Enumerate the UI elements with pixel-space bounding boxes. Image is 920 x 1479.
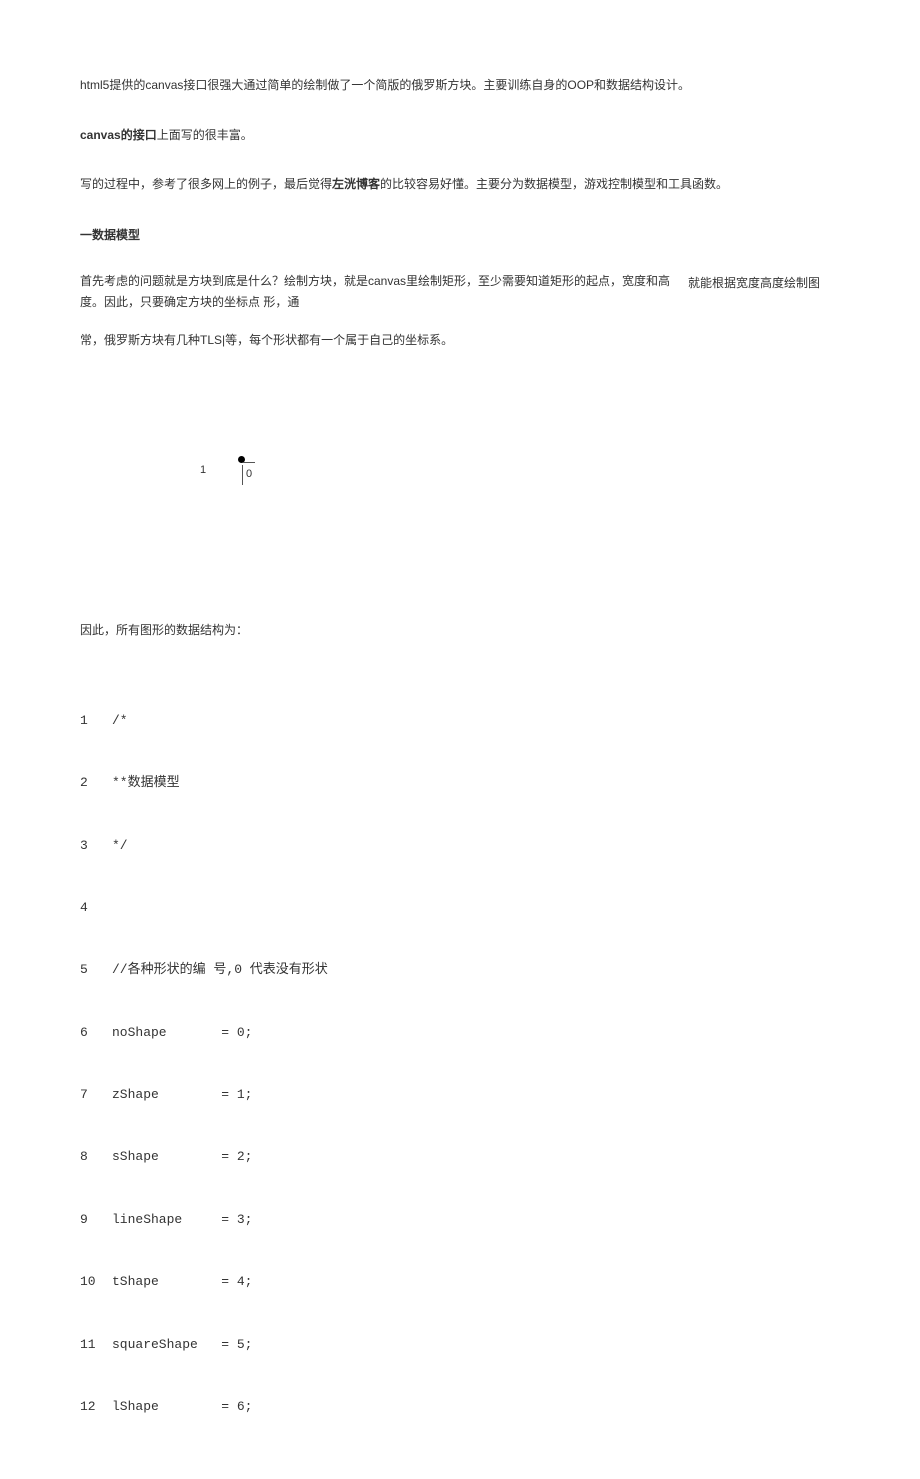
axis-tick-v — [242, 465, 243, 485]
axis-label-0: 0 — [246, 468, 252, 480]
code-line: 12lShape = 6; — [80, 1397, 840, 1418]
intro-paragraph-3: 写的过程中，参考了很多网上的例子，最后觉得左洸博客的比较容易好懂。主要分为数据模… — [80, 174, 840, 196]
code-line: 9lineShape = 3; — [80, 1210, 840, 1231]
intro-paragraph-1: html5提供的canvas接口很强大通过简单的绘制做了一个简版的俄罗斯方块。主… — [80, 75, 840, 97]
blog-name: 左洸博客 — [332, 177, 380, 191]
coordinate-figure: 1 0 — [80, 380, 840, 580]
code-block: 1/* 2**数据模型 3*/ 4 5//各种形状的编 号,0 代表没有形状 6… — [80, 669, 840, 1438]
section-1-body: 就能根据宽度高度绘制图 首先考虑的问题就是方块到底是什么？绘制方块，就是canv… — [80, 271, 840, 314]
axis-label-1: 1 — [200, 464, 206, 476]
axis-tick-h — [243, 462, 255, 463]
section-1-heading: 一数据模型 — [80, 226, 840, 243]
intro-p3-a: 写的过程中，参考了很多网上的例子，最后觉得 — [80, 177, 332, 191]
code-line: 10tShape = 4; — [80, 1272, 840, 1293]
code-line: 4 — [80, 898, 840, 919]
code-line: 5//各种形状的编 号,0 代表没有形状 — [80, 960, 840, 981]
code-line: 2**数据模型 — [80, 773, 840, 794]
intro-p3-b: 的比较容易好懂。主要分为数据模型，游戏控制模型和工具函数。 — [380, 177, 728, 191]
code-line: 3*/ — [80, 836, 840, 857]
code-line: 1/* — [80, 711, 840, 732]
code-line: 8sShape = 2; — [80, 1147, 840, 1168]
code-line: 6noShape = 0; — [80, 1023, 840, 1044]
intro-paragraph-2: canvas的接口上面写的很丰富。 — [80, 125, 840, 147]
side-note: 就能根据宽度高度绘制图 — [688, 273, 820, 295]
section-1-body-a: 首先考虑的问题就是方块到底是什么？绘制方块，就是canvas里绘制矩形，至少需要… — [80, 274, 670, 310]
canvas-api-label: canvas的接口 — [80, 128, 157, 142]
section-1-body-b: 常，俄罗斯方块有几种TLS|等，每个形状都有一个属于自己的坐标系。 — [80, 330, 840, 352]
code-line: 11squareShape = 5; — [80, 1335, 840, 1356]
after-figure-text: 因此，所有图形的数据结构为： — [80, 620, 840, 642]
code-line: 7zShape = 1; — [80, 1085, 840, 1106]
intro-p2-rest: 上面写的很丰富。 — [157, 128, 253, 142]
